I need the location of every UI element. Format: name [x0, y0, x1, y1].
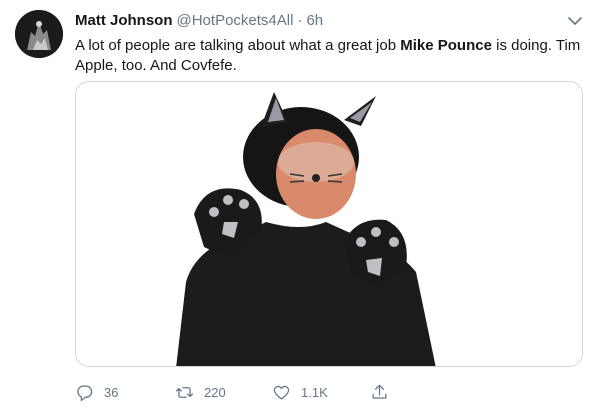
avatar[interactable]	[15, 10, 63, 58]
heart-icon	[273, 385, 290, 399]
like-button[interactable]: 1.1K	[272, 380, 328, 404]
separator-dot: ·	[297, 12, 303, 29]
reply-button[interactable]: 36	[75, 380, 118, 404]
tweet-header: Matt Johnson @HotPockets4All · 6h	[75, 11, 323, 31]
retweet-count: 220	[204, 384, 226, 400]
tweet-text-bold: Mike Pounce	[400, 37, 492, 54]
reply-count: 36	[104, 384, 119, 400]
tweet-text: A lot of people are talking about what a…	[75, 36, 585, 76]
reply-icon	[77, 385, 93, 401]
like-count: 1.1K	[301, 384, 328, 400]
retweet-button[interactable]: 220	[175, 380, 226, 404]
share-button[interactable]	[370, 380, 399, 404]
avatar-image	[15, 10, 63, 58]
retweet-icon	[175, 386, 194, 398]
share-icon	[372, 384, 387, 399]
tweet-media[interactable]	[75, 81, 583, 367]
user-handle[interactable]: @HotPockets4All	[177, 12, 294, 29]
timestamp[interactable]: 6h	[306, 12, 323, 29]
tweet-actions: 36 220 1.1K	[75, 380, 495, 404]
display-name[interactable]: Matt Johnson	[75, 12, 173, 29]
chevron-down-icon[interactable]	[566, 12, 584, 30]
tweet-text-before: A lot of people are talking about what a…	[75, 37, 401, 54]
cat-costume-photo	[76, 82, 582, 366]
